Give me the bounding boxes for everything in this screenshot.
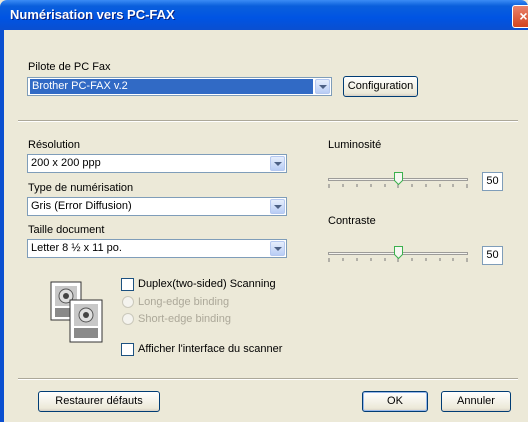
chevron-down-icon[interactable] — [270, 241, 285, 256]
document-size-select[interactable]: Letter 8 ½ x 11 po. — [27, 239, 287, 258]
fax-driver-label: Pilote de PC Fax — [28, 61, 111, 73]
contrast-slider-thumb[interactable] — [393, 246, 403, 259]
window-title: Numérisation vers PC-FAX — [10, 7, 175, 22]
short-edge-label: Short-edge binding — [138, 313, 231, 325]
show-scanner-interface-label: Afficher l'interface du scanner — [138, 343, 283, 355]
short-edge-radio[interactable] — [122, 313, 134, 325]
window-frame-left — [0, 30, 4, 422]
resolution-select[interactable]: 200 x 200 ppp — [27, 154, 287, 173]
duplex-checkbox[interactable] — [121, 278, 134, 291]
long-edge-label: Long-edge binding — [138, 296, 230, 308]
configuration-button[interactable]: Configuration — [343, 76, 418, 97]
brightness-slider-thumb[interactable] — [393, 172, 403, 185]
separator-top — [18, 120, 518, 122]
brightness-value-field[interactable]: 50 — [482, 172, 503, 191]
ok-button[interactable]: OK — [362, 391, 428, 412]
fax-driver-value: Brother PC-FAX v.2 — [30, 79, 313, 94]
show-scanner-interface-checkbox[interactable] — [121, 343, 134, 356]
resolution-value: 200 x 200 ppp — [31, 157, 101, 169]
fax-driver-select[interactable]: Brother PC-FAX v.2 — [27, 77, 332, 96]
dialog-window: Numérisation vers PC-FAX × Pilote de PC … — [0, 0, 528, 422]
scan-type-label: Type de numérisation — [28, 182, 134, 194]
resolution-label: Résolution — [28, 139, 80, 151]
duplex-scan-icon — [50, 281, 103, 343]
restore-defaults-button[interactable]: Restaurer défauts — [38, 391, 160, 412]
cancel-button[interactable]: Annuler — [441, 391, 511, 412]
contrast-label: Contraste — [328, 215, 376, 227]
long-edge-radio[interactable] — [122, 296, 134, 308]
document-size-value: Letter 8 ½ x 11 po. — [31, 242, 122, 254]
contrast-value-field[interactable]: 50 — [482, 246, 503, 265]
separator-bottom — [18, 378, 518, 380]
scan-type-value: Gris (Error Diffusion) — [31, 200, 132, 212]
chevron-down-icon[interactable] — [315, 79, 330, 94]
chevron-down-icon[interactable] — [270, 199, 285, 214]
close-button[interactable]: × — [512, 5, 528, 28]
document-size-label: Taille document — [28, 224, 105, 236]
duplex-checkbox-label: Duplex(two-sided) Scanning — [138, 278, 276, 290]
title-bar[interactable]: Numérisation vers PC-FAX × — [0, 0, 528, 30]
chevron-down-icon[interactable] — [270, 156, 285, 171]
scan-type-select[interactable]: Gris (Error Diffusion) — [27, 197, 287, 216]
brightness-label: Luminosité — [328, 139, 382, 151]
close-icon: × — [519, 8, 528, 24]
